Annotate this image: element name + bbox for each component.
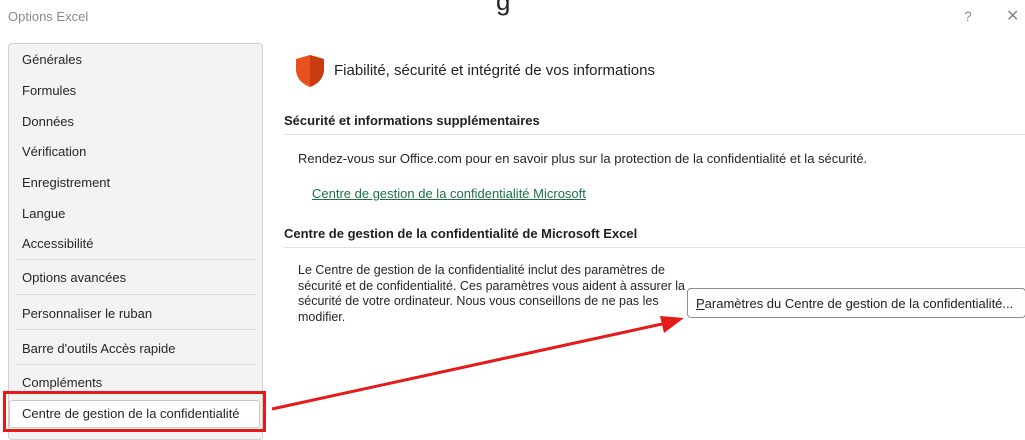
sidebar-item-barre-acces-rapide[interactable]: Barre d'outils Accès rapide: [22, 341, 176, 356]
window-title: Options Excel: [8, 9, 89, 24]
office-info-text: Rendez-vous sur Office.com pour en savoi…: [298, 151, 868, 166]
sidebar-divider: [16, 364, 256, 365]
title-bar: Options Excel g ? ✕: [0, 0, 1025, 36]
sidebar-divider: [16, 259, 256, 260]
section-heading-security: Sécurité et informations supplémentaires: [284, 113, 540, 128]
sidebar-item-options-avancees[interactable]: Options avancées: [22, 270, 126, 285]
sidebar-item-verification[interactable]: Vérification: [22, 144, 86, 159]
trust-center-description: Le Centre de gestion de la confidentiali…: [298, 263, 686, 324]
sidebar-item-enregistrement[interactable]: Enregistrement: [22, 175, 110, 190]
sidebar-item-generales[interactable]: Générales: [22, 52, 82, 67]
section-divider: [284, 134, 1025, 135]
cropped-heading-fragment: g: [496, 0, 511, 16]
trust-center-settings-button[interactable]: Paramètres du Centre de gestion de la co…: [687, 288, 1025, 318]
sidebar-divider: [16, 294, 256, 295]
settings-button-label: aramètres du Centre de gestion de la con…: [704, 295, 1014, 311]
annotation-highlight-box: [3, 391, 266, 432]
access-key-letter: P: [696, 295, 705, 311]
sidebar-item-personnaliser-ruban[interactable]: Personnaliser le ruban: [22, 306, 152, 321]
sidebar-item-accessibilite[interactable]: Accessibilité: [22, 236, 94, 251]
shield-icon: [296, 55, 324, 87]
options-sidebar: Générales Formules Données Vérification …: [8, 43, 263, 440]
sidebar-item-donnees[interactable]: Données: [22, 114, 74, 129]
help-button[interactable]: ?: [964, 8, 972, 24]
close-button[interactable]: ✕: [1006, 6, 1019, 26]
sidebar-item-langue[interactable]: Langue: [22, 206, 65, 221]
sidebar-divider: [16, 329, 256, 330]
microsoft-trust-center-link[interactable]: Centre de gestion de la confidentialité …: [312, 186, 586, 201]
sidebar-item-formules[interactable]: Formules: [22, 83, 76, 98]
main-panel: Fiabilité, sécurité et intégrité de vos …: [270, 40, 1025, 432]
sidebar-item-complements[interactable]: Compléments: [22, 375, 102, 390]
page-title: Fiabilité, sécurité et intégrité de vos …: [334, 62, 655, 79]
section-divider: [284, 247, 1025, 248]
section-heading-trust-center: Centre de gestion de la confidentialité …: [284, 226, 638, 241]
